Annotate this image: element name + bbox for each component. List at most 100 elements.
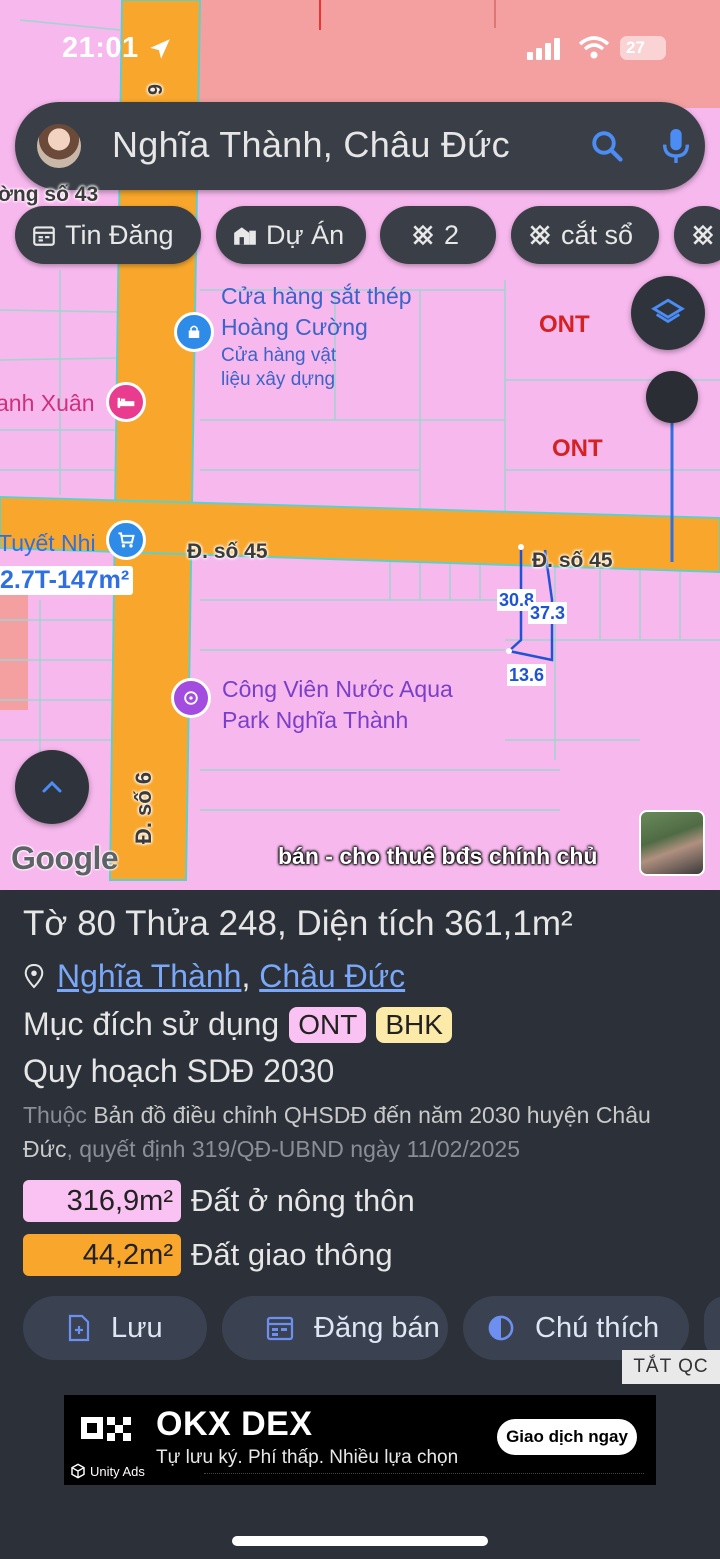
ad-network-label: Unity Ads: [90, 1463, 145, 1479]
area-value: 44,2m²: [23, 1234, 181, 1276]
plan-source-decision: , quyết định 319/QĐ-UBND ngày 11/02/2025: [66, 1136, 520, 1162]
search-bar[interactable]: Nghĩa Thành, Châu Đức: [15, 102, 705, 190]
poi-steel-title-1[interactable]: Cửa hàng sắt thép: [221, 283, 412, 310]
map-view[interactable]: 21:01 27 Nghĩa Thành, Châu Đức Tin Đăng …: [0, 0, 720, 890]
avatar[interactable]: [37, 124, 81, 168]
land-use-row: Mục đích sử dụng ONT BHK: [23, 1006, 452, 1043]
title-text: , Diện tích: [276, 904, 445, 943]
chip-tin-dang[interactable]: Tin Đăng: [15, 206, 201, 264]
ad-banner[interactable]: OKX DEX Tự lưu ký. Phí thấp. Nhiều lựa c…: [64, 1395, 656, 1485]
search-icon[interactable]: [589, 128, 625, 169]
area-row-residential: 316,9m² Đất ở nông thôn: [23, 1180, 415, 1222]
land-use-badge-bhk: BHK: [376, 1006, 452, 1043]
cart-pin-icon[interactable]: [106, 520, 146, 560]
district-link[interactable]: Châu Đức: [259, 958, 405, 994]
poi-steel-sub-2: liệu xây dựng: [221, 369, 336, 390]
expand-up-button[interactable]: [15, 750, 89, 824]
unity-logo-icon: [71, 1463, 85, 1479]
plan-source-prefix: Thuộc: [23, 1102, 94, 1128]
parcel-icon: [412, 224, 434, 246]
location-arrow-icon: [147, 36, 173, 67]
contrast-icon: [488, 1315, 514, 1341]
uploader-thumbnail[interactable]: [639, 810, 705, 876]
search-input[interactable]: Nghĩa Thành, Châu Đức: [112, 124, 510, 166]
post-listing-button[interactable]: Đăng bán: [222, 1296, 448, 1360]
file-add-icon: [68, 1314, 90, 1342]
save-label: Lưu: [111, 1311, 163, 1344]
okx-logo-icon: [81, 1417, 131, 1441]
opacity-slider-handle[interactable]: [646, 371, 698, 423]
title-text: Thửa: [116, 904, 219, 943]
poi-hotel-label[interactable]: anh Xuân: [0, 390, 94, 417]
home-indicator[interactable]: [232, 1536, 488, 1546]
parcel-icon: [529, 224, 551, 246]
calendar-icon: [266, 1316, 294, 1341]
chevron-up-icon: [42, 780, 62, 793]
status-time: 21:01: [62, 32, 139, 64]
parcel-info-panel: Tờ 80 Thửa 248, Diện tích 361,1m² Nghĩa …: [0, 890, 720, 1559]
chip-du-an[interactable]: Dự Án: [216, 206, 366, 264]
buildings-icon: [234, 227, 256, 245]
wifi-icon: [578, 36, 610, 65]
road-label-45: Đ. số 45: [187, 540, 268, 563]
poi-park-title-1[interactable]: Công Viên Nước Aqua: [222, 676, 453, 703]
lot-dimension: 37.3: [528, 602, 568, 624]
area-value: 316,9m²: [23, 1180, 181, 1222]
ad-network: Unity Ads: [70, 1463, 145, 1479]
separator: ,: [241, 958, 260, 994]
store-pin-icon[interactable]: [174, 312, 214, 352]
post-label: Đăng bán: [314, 1311, 440, 1344]
layers-button[interactable]: [631, 276, 705, 350]
location-pin-icon: [24, 963, 44, 989]
area-label: Đất giao thông: [191, 1237, 393, 1272]
filter-chips: Tin Đăng Dự Án 2 cắt sổ: [0, 206, 720, 266]
cellular-signal-icon: [527, 38, 563, 65]
lot-dimension: 13.6: [507, 664, 547, 686]
ad-brand: OKX DEX: [156, 1405, 313, 1443]
chip-label: Tin Đăng: [65, 219, 174, 250]
zone-label: ONT: [552, 435, 603, 462]
parcel-area: 361,1m²: [444, 904, 573, 943]
microphone-icon[interactable]: [659, 126, 693, 171]
road-d6-label-top: 6: [143, 83, 166, 96]
chip-label: 2: [444, 219, 460, 250]
chip-2[interactable]: 2: [380, 206, 496, 264]
calendar-icon: [33, 226, 55, 246]
street-label-43: ờng số 43: [0, 183, 99, 206]
parcel-location: Nghĩa Thành, Châu Đức: [23, 958, 405, 995]
plan-title: Quy hoạch SDĐ 2030: [23, 1053, 335, 1089]
road-label-d6: Đ. số 6: [131, 771, 157, 845]
poi-steel-sub-1: Cửa hàng vật: [221, 345, 337, 366]
land-use-badge-ont: ONT: [289, 1006, 367, 1043]
legend-label: Chú thích: [535, 1311, 660, 1344]
save-button[interactable]: Lưu: [23, 1296, 207, 1360]
google-logo: Google: [11, 840, 119, 876]
road-label-45: Đ. số 45: [532, 549, 613, 572]
poi-park-title-2[interactable]: Park Nghĩa Thành: [222, 707, 408, 734]
park-pin-icon[interactable]: [171, 678, 211, 718]
zone-label: ONT: [539, 311, 590, 338]
watermark-text: bán - cho thuê bđs chính chủ: [278, 843, 598, 869]
ad-fine-print: [204, 1473, 644, 1480]
commune-link[interactable]: Nghĩa Thành: [57, 958, 241, 994]
layers-icon: [651, 298, 685, 324]
plan-source: Thuộc Bản đồ điều chỉnh QHSDĐ đến năm 20…: [23, 1098, 703, 1166]
chip-cat-so[interactable]: cắt sổ: [511, 206, 659, 264]
parcel-title: Tờ 80 Thửa 248, Diện tích 361,1m²: [23, 904, 573, 944]
sheet-number: 80: [77, 904, 116, 943]
ad-cta-button[interactable]: Giao dịch ngay: [497, 1419, 637, 1455]
title-text: Tờ: [23, 904, 78, 943]
status-bar: 21:01 27: [0, 30, 720, 70]
poi-shop-label[interactable]: Tuyết Nhi: [0, 530, 96, 557]
price-listing-label[interactable]: 2.7T-147m²: [0, 566, 134, 595]
parcel-icon: [692, 224, 714, 246]
chip-label: cắt sổ: [561, 219, 634, 250]
hotel-pin-icon[interactable]: [106, 382, 146, 422]
chip-label: Dự Án: [266, 219, 345, 250]
chip-more[interactable]: [674, 206, 720, 264]
poi-steel-title-2[interactable]: Hoàng Cường: [221, 314, 368, 341]
purpose-label: Mục đích sử dụng: [23, 1006, 280, 1042]
hide-ads-button[interactable]: TẮT QC: [622, 1350, 720, 1384]
area-row-traffic: 44,2m² Đất giao thông: [23, 1234, 393, 1276]
ad-tagline: Tự lưu ký. Phí thấp. Nhiều lựa chọn: [156, 1447, 459, 1468]
